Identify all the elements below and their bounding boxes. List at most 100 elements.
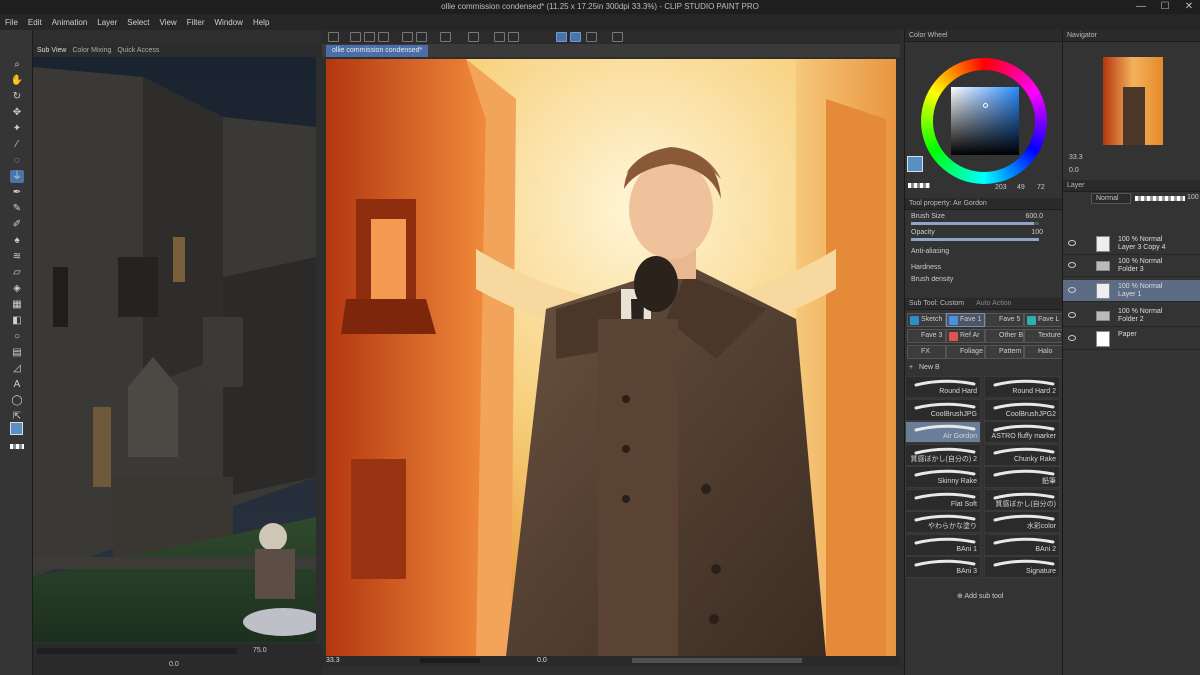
menu-window[interactable]: Window [210,18,248,27]
balloon-icon[interactable]: ◿ [10,362,24,375]
move-tool-icon[interactable]: ✥ [10,106,24,119]
transparent-chip[interactable] [908,183,930,188]
brush-item[interactable]: Chunky Rake [984,443,1060,466]
menu-help[interactable]: Help [248,18,274,27]
eye-icon[interactable] [1068,312,1076,318]
menu-layer[interactable]: Layer [92,18,122,27]
navigator-zoom[interactable]: 33.3 [1069,154,1083,161]
subtool-group[interactable]: Fave L [1024,313,1063,327]
subtool-group[interactable]: Sketch [907,313,946,327]
tab-quick-access[interactable]: Quick Access [117,47,159,54]
eraser-icon[interactable]: ▱ [10,266,24,279]
airbrush-tool-icon[interactable]: ⏚ [10,170,24,183]
layer-row[interactable]: Paper [1063,328,1200,350]
fill-selection-icon[interactable] [468,32,479,42]
brush-item[interactable]: Signature [984,556,1060,578]
brush-item[interactable]: Skinny Rake [905,466,981,488]
brush-item[interactable]: BAni 2 [984,533,1060,556]
zoom-tool-icon[interactable]: ⌕ [10,58,24,71]
canvas-rotate[interactable]: 0.0 [537,657,547,664]
subtool-group[interactable]: Fave 1 [946,313,985,327]
frame-icon[interactable]: ◧ [10,314,24,327]
menu-select[interactable]: Select [122,18,154,27]
transform-icon[interactable] [494,32,505,42]
menu-view[interactable]: View [155,18,182,27]
canvas-hscroll[interactable] [632,658,802,663]
layer-row[interactable]: 100 % Normal Layer 1 [1063,280,1200,302]
eyedropper-icon[interactable]: ⁄ [10,138,24,151]
snap-ruler-icon[interactable] [556,32,567,42]
close-button[interactable]: ✕ [1182,1,1196,12]
canvas-zoom-slider[interactable] [420,658,480,663]
menu-filter[interactable]: Filter [182,18,210,27]
subtool-group[interactable]: Fave 3 [907,329,946,343]
clear-icon[interactable] [440,32,451,42]
open-file-icon[interactable] [364,32,375,42]
canvas[interactable] [326,59,896,656]
layer-row[interactable]: 100 % Normal Layer 3 Copy 4 [1063,233,1200,255]
antialiasing-row[interactable]: Anti-aliasing [911,248,1057,255]
settings-icon[interactable] [612,32,623,42]
subtool-group[interactable]: FX [907,345,946,359]
figure-icon[interactable]: ○ [10,330,24,343]
brush-item[interactable]: やわらかな塗り [905,511,981,533]
new-brush-button[interactable]: + New B [907,361,943,374]
navigator-preview[interactable] [1103,57,1163,145]
brush-item[interactable]: ASTRO fluffy marker [984,421,1060,443]
hue-value[interactable]: 203 [995,184,1007,191]
saturation-value[interactable]: 49 [1017,184,1025,191]
snap-grid-icon[interactable] [586,32,597,42]
transparent-swatch[interactable] [10,444,24,449]
layer-row[interactable]: 100 % Normal Folder 2 [1063,305,1200,327]
ruler-icon[interactable]: ▤ [10,346,24,359]
subtool-group[interactable]: Foliage [946,345,985,359]
auto-action-tab[interactable]: Auto Action [976,300,1011,307]
saturation-value-square[interactable] [951,87,1019,155]
layer-opacity-value[interactable]: 100 [1187,194,1199,201]
rotate-tool-icon[interactable]: ↻ [10,90,24,103]
brush-item[interactable]: 質感ぼかし(自分の) [984,488,1060,511]
brush-size-value[interactable]: 600.0 [1025,213,1043,220]
subtool-group[interactable]: Other B [985,329,1024,343]
brush-size-row[interactable]: Brush Size 600.0 [911,213,1057,225]
brush-item[interactable]: 水彩color [984,511,1060,533]
blend-mode-select[interactable]: Normal [1091,193,1131,204]
decoration-tool-icon[interactable]: ♠ [10,234,24,247]
subtool-title[interactable]: Sub Tool: Custom [909,300,964,307]
brush-item[interactable]: 質感ぼかし(自分の) 2 [905,443,981,466]
subview-zoom[interactable]: 75.0 [253,647,267,654]
layer-row[interactable]: 100 % Normal Folder 3 [1063,255,1200,277]
canvas-tab[interactable]: ollie commission condensed* [326,45,429,57]
gradient-icon[interactable]: ▦ [10,298,24,311]
main-color-chip[interactable] [907,156,923,172]
eye-icon[interactable] [1068,287,1076,293]
magic-wand-icon[interactable]: ✦ [10,122,24,135]
minimize-button[interactable]: — [1134,1,1148,12]
save-icon[interactable] [378,32,389,42]
color-picker-cursor[interactable] [983,103,988,108]
brush-item[interactable]: CoolBrushJPG [905,398,981,421]
eye-icon[interactable] [1068,262,1076,268]
pen-tool-icon[interactable]: ✒ [10,186,24,199]
brush-tool-icon[interactable]: ✐ [10,218,24,231]
navigator-rotate[interactable]: 0.0 [1069,167,1079,174]
brush-item[interactable]: Flat Soft [905,488,981,511]
add-subtool-button[interactable]: ⊕ Add sub tool [957,592,1003,600]
maximize-button[interactable]: ☐ [1158,1,1172,12]
deselect-icon[interactable] [508,32,519,42]
hardness-row[interactable]: Hardness [911,264,1057,271]
undo-icon[interactable] [402,32,413,42]
new-file-icon[interactable] [350,32,361,42]
brush-item[interactable]: 鉛筆 [984,466,1060,488]
pencil-tool-icon[interactable]: ✎ [10,202,24,215]
subtool-group[interactable]: Texture [1024,329,1063,343]
brush-item[interactable]: Round Hard [905,376,981,398]
text-tool-icon[interactable]: A [10,378,24,391]
eye-icon[interactable] [1068,240,1076,246]
opacity-value[interactable]: 100 [1031,229,1043,236]
subtool-group[interactable]: Halo [1024,345,1063,359]
brush-item[interactable]: CoolBrushJPG2 [984,398,1060,421]
hand-tool-icon[interactable]: ✋ [10,74,24,87]
layer-opacity-slider[interactable] [1135,196,1185,201]
snap-special-icon[interactable] [570,32,581,42]
